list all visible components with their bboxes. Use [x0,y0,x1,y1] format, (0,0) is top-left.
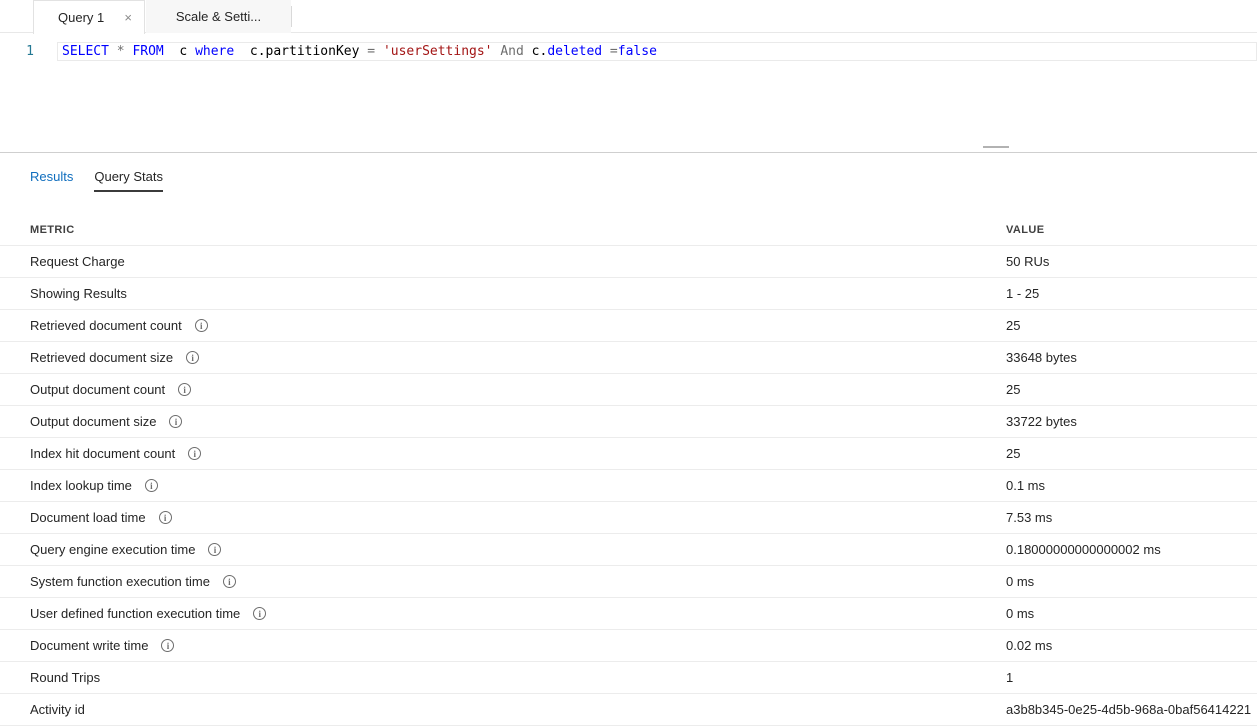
metric-value: a3b8b345-0e25-4d5b-968a-0baf56414221 [1006,702,1252,717]
metric-value: 33722 bytes [1006,414,1077,429]
metric-label: Output document size [30,414,157,429]
metric-label: Round Trips [30,670,101,685]
tab-results[interactable]: Results [30,169,73,192]
code-token: SELECT [62,44,109,59]
info-icon[interactable]: i [253,607,267,620]
metric-label: System function execution time [30,574,210,589]
metric-label: Activity id [30,702,85,717]
metric-value: 0 ms [1006,606,1035,621]
metric-value: 0.1 ms [1006,478,1046,493]
editor-tab-label: Query 1 [58,10,105,25]
tab-divider [291,6,292,27]
table-row: Retrieved document count i 25 [0,310,1257,342]
info-icon[interactable]: i [222,575,236,588]
metric-label: Output document count [30,382,166,397]
metric-label: Index hit document count [30,446,176,461]
stats-table-body: Request Charge 50 RUs Showing Results 1 … [0,246,1257,726]
table-row: Document load time i 7.53 ms [0,502,1257,534]
stats-table: METRIC VALUE Request Charge 50 RUs Showi… [0,215,1257,726]
table-row: System function execution time i 0 ms [0,566,1257,598]
metric-label: Retrieved document count [30,318,182,333]
info-icon[interactable]: i [158,511,172,524]
info-icon[interactable]: i [178,383,192,396]
column-header-value: VALUE [1006,224,1045,236]
code-token: 'userSettings' [382,44,493,59]
table-row: Output document size i 33722 bytes [0,406,1257,438]
editor-tab-label: Scale & Setti... [175,9,262,24]
info-icon[interactable]: i [161,639,175,652]
metric-label: Index lookup time [30,478,132,493]
table-row: Document write time i 0.02 ms [0,630,1257,662]
table-row: Index lookup time i 0.1 ms [0,470,1257,502]
code-token: where [195,44,235,59]
code-token: And [500,44,524,59]
editor-tab-bar: Query 1 × Scale & Setti... [0,0,1257,34]
metric-value: 50 RUs [1006,254,1050,269]
metric-value: 0.02 ms [1006,638,1053,653]
code-token: * [116,44,125,59]
code-token: FROM [132,44,164,59]
metric-value: 0.18000000000000002 ms [1006,542,1161,557]
table-header-row: METRIC VALUE [0,215,1257,246]
metric-value: 25 [1006,446,1021,461]
editor-tab-scale-settings[interactable]: Scale & Setti... [146,0,291,33]
metric-label: Document load time [30,510,146,525]
metric-value: 1 - 25 [1006,286,1040,301]
table-row: Request Charge 50 RUs [0,246,1257,278]
query-editor[interactable]: 1 SELECT * FROM c where c.partitionKey =… [0,34,1257,152]
info-icon[interactable]: i [208,543,222,556]
metric-value: 0 ms [1006,574,1035,589]
metric-label: Retrieved document size [30,350,174,365]
tab-query-stats[interactable]: Query Stats [94,169,163,192]
results-pane: Results Query Stats METRIC VALUE Request… [0,153,1257,726]
metric-value: 25 [1006,382,1021,397]
info-icon[interactable]: i [169,415,183,428]
column-header-metric: METRIC [30,224,75,236]
editor-tab-query-1[interactable]: Query 1 × [33,0,145,34]
line-number: 1 [26,44,34,59]
code-row: 1 SELECT * FROM c where c.partitionKey =… [0,42,1257,61]
query-code-line[interactable]: SELECT * FROM c where c.partitionKey = '… [62,42,657,61]
metric-label: Showing Results [30,286,127,301]
table-row: Retrieved document size i 33648 bytes [0,342,1257,374]
code-token: c. [523,44,548,59]
code-token: deleted [547,44,603,59]
table-row: Output document count i 25 [0,374,1257,406]
table-row: Round Trips 1 [0,662,1257,694]
close-icon[interactable]: × [124,11,132,24]
info-icon[interactable]: i [188,447,202,460]
info-icon[interactable]: i [194,319,208,332]
table-row: Activity id a3b8b345-0e25-4d5b-968a-0baf… [0,694,1257,726]
table-row: Showing Results 1 - 25 [0,278,1257,310]
code-token: c.partitionKey [234,44,368,59]
metric-value: 25 [1006,318,1021,333]
metric-label: Document write time [30,638,149,653]
code-token: = [367,44,376,59]
table-row: Index hit document count i 25 [0,438,1257,470]
code-token: = [602,44,618,59]
results-tab-strip: Results Query Stats [30,169,1257,192]
metric-value: 1 [1006,670,1014,685]
metric-label: User defined function execution time [30,606,241,621]
code-token: c [163,44,196,59]
info-icon[interactable]: i [144,479,158,492]
code-token: false [617,44,657,59]
metric-value: 33648 bytes [1006,350,1077,365]
table-row: User defined function execution time i 0… [0,598,1257,630]
metric-label: Query engine execution time [30,542,196,557]
info-icon[interactable]: i [186,351,200,364]
metric-label: Request Charge [30,254,125,269]
table-row: Query engine execution time i 0.18000000… [0,534,1257,566]
metric-value: 7.53 ms [1006,510,1053,525]
